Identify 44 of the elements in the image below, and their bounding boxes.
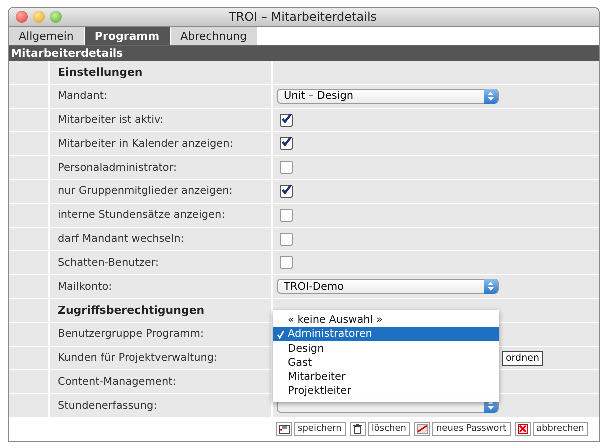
tab[interactable]: Allgemein	[9, 27, 85, 46]
menu-item[interactable]: Administratoren	[273, 327, 499, 342]
stepper-icon	[484, 88, 498, 104]
group-heading: Einstellungen	[58, 66, 143, 79]
assign-button[interactable]: ordnen	[502, 350, 544, 366]
field-label: Schatten-Benutzer:	[58, 256, 160, 269]
trash-icon	[353, 424, 362, 434]
check-icon	[276, 330, 284, 339]
menu-item[interactable]: Mitarbeiter	[273, 370, 499, 384]
menu-item[interactable]: Design	[273, 341, 499, 356]
field-label: Content-Management:	[58, 376, 176, 388]
field-label: nur Gruppenmitglieder anzeigen:	[58, 185, 233, 198]
minimize-icon[interactable]	[33, 11, 45, 24]
checkbox[interactable]	[280, 161, 293, 174]
checkbox[interactable]	[280, 232, 293, 246]
menu-item[interactable]: Projektleiter	[273, 384, 499, 399]
field-label: Kunden für Projektverwaltung:	[58, 352, 218, 364]
stepper-icon	[484, 279, 498, 294]
close-icon[interactable]	[16, 11, 28, 24]
checkbox[interactable]	[280, 137, 293, 150]
window-title: TROI – Mitarbeiterdetails	[228, 10, 378, 24]
field-label: Benutzergruppe Programm:	[58, 328, 204, 340]
checkbox[interactable]	[280, 256, 293, 270]
cross-icon	[518, 424, 528, 434]
zoom-icon[interactable]	[50, 11, 62, 24]
group-heading: Zugriffsberechtigungen	[58, 304, 205, 317]
checkbox[interactable]	[280, 184, 293, 198]
field-label: Mandant:	[58, 90, 108, 102]
checkbox[interactable]	[280, 208, 293, 222]
menu-item[interactable]: « keine Auswahl »	[273, 312, 499, 328]
field-label: Mailkonto:	[58, 280, 112, 293]
field-label: interne Stundensätze anzeigen:	[58, 209, 226, 222]
field-label: Mitarbeiter in Kalender anzeigen:	[58, 138, 234, 150]
tab[interactable]: Abrechnung	[170, 27, 258, 46]
menu-item[interactable]: Gast	[273, 356, 499, 370]
dropdown[interactable]: TROI-Demo	[277, 279, 499, 294]
dropdown[interactable]: Unit – Design	[277, 88, 499, 104]
checkbox[interactable]	[280, 114, 293, 127]
field-label: Stundenerfassung:	[58, 400, 158, 412]
tab[interactable]: Programm	[84, 27, 171, 46]
field-label: Personaladministrator:	[58, 162, 178, 174]
section-header: Mitarbeiterdetails	[9, 46, 599, 62]
field-label: darf Mandant wechseln:	[58, 233, 184, 246]
field-label: Mitarbeiter ist aktiv:	[58, 114, 164, 126]
